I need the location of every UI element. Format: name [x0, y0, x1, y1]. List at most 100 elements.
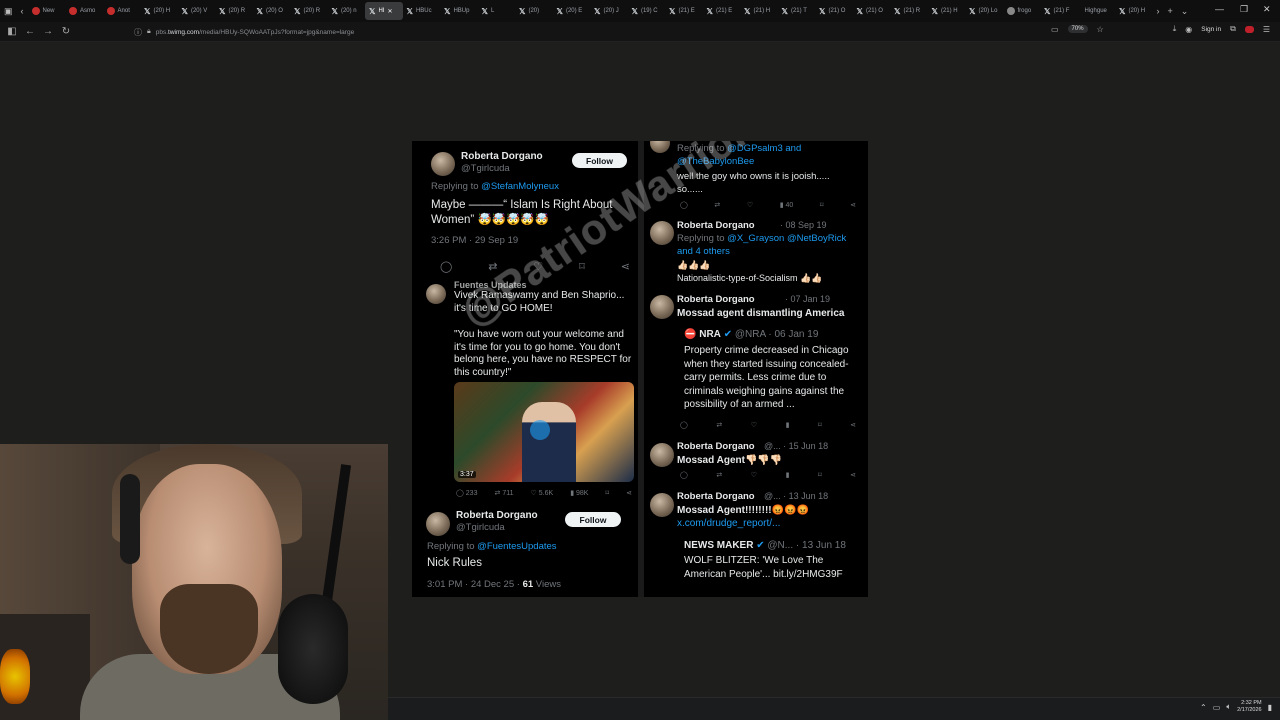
tab-label: Highgue	[1084, 8, 1107, 14]
x-logo-icon: 𝕏	[556, 6, 563, 16]
browser-tab[interactable]: 𝕏 (19) C	[628, 2, 666, 20]
tab-scroll-right-icon[interactable]: ›	[1153, 6, 1164, 16]
share-icon: ⋖	[850, 472, 856, 479]
close-tab-icon[interactable]: ✕	[387, 8, 392, 15]
system-tray: ⌃ ▭ 🔈︎ 2:32 PM 2/17/2026 ▮	[1200, 700, 1272, 714]
favicon-icon	[31, 7, 40, 15]
browser-tab[interactable]: 𝕏 (20) R	[290, 2, 328, 20]
browser-tab[interactable]: 𝕏 HBUp	[440, 2, 478, 20]
browser-tab[interactable]: 𝕏 (20) J	[590, 2, 628, 20]
back-icon[interactable]: ←	[21, 26, 39, 37]
bookmark-icon: ⌑	[817, 472, 822, 479]
play-icon	[530, 420, 550, 440]
x-logo-icon: 𝕏	[631, 6, 638, 16]
tab-scroll-left-icon[interactable]: ‹	[17, 6, 28, 16]
tab-label: (20) H	[153, 8, 171, 14]
follow-button: Follow	[572, 153, 627, 168]
new-tab-button[interactable]: +	[1164, 6, 1177, 16]
right-column: Replying to @DGPsalm3 and @TheBabylonBee…	[644, 141, 868, 597]
browser-tab[interactable]: 𝕏 (20) O	[253, 2, 291, 20]
quoted-tweet-text: WOLF BLITZER: 'We Love The American Peop…	[684, 555, 843, 580]
browser-tab[interactable]: 𝕏 (21) R	[890, 2, 928, 20]
tray-chevron-icon[interactable]: ⌃	[1200, 703, 1207, 712]
tab-label: (21) H	[753, 8, 771, 14]
lock-icon: 🔒︎	[147, 28, 151, 35]
quoted-tweet-header: ⛔ NRA ✔ @NRA · 06 Jan 19	[684, 329, 819, 340]
browser-tab[interactable]: Highgue	[1078, 2, 1116, 20]
browser-tab[interactable]: 𝕏 (20) Lo	[965, 2, 1003, 20]
clock[interactable]: 2:32 PM 2/17/2026	[1237, 700, 1261, 714]
tab-list-dropdown-icon[interactable]: ⌄	[1177, 6, 1193, 17]
tweet-actions: ◯ ⇄ ♡ ▮ 40 ⌑ ⋖	[680, 201, 856, 209]
tweet-timestamp: 3:01 PM · 24 Dec 25 · 61 Views	[427, 579, 561, 590]
x-logo-icon: 𝕏	[1119, 6, 1126, 16]
x-logo-icon: 𝕏	[931, 6, 938, 16]
network-icon[interactable]: ▭	[1213, 703, 1221, 712]
browser-tab[interactable]: 𝕏 (20) V	[178, 2, 216, 20]
bookmark-icon: ⌑	[817, 422, 822, 429]
minimize-icon[interactable]: —	[1215, 4, 1224, 14]
tab-label: (20) n	[340, 8, 357, 14]
browser-tab[interactable]: Anot	[103, 2, 141, 20]
browser-tab[interactable]: 𝕏 (20) E	[553, 2, 591, 20]
like-count: ♡ 5.6K	[530, 490, 554, 497]
avatar	[650, 295, 674, 319]
like-icon: ♡	[750, 472, 758, 479]
share-icon: ⋖	[850, 202, 856, 209]
x-logo-icon: 𝕏	[744, 6, 751, 16]
tweet-metrics: ◯ 233 ⇄ 711 ♡ 5.6K ▮ 98K ⌑ ⋖	[456, 489, 632, 497]
browser-tab[interactable]: 𝕏 (20) H	[1115, 2, 1153, 20]
tab-label: HBUp	[453, 8, 470, 14]
tab-search-icon[interactable]: ▣	[0, 6, 17, 17]
sidebar-toggle-icon[interactable]: ◧	[3, 26, 21, 37]
browser-tab[interactable]: 𝕏 (21) H	[928, 2, 966, 20]
browser-tab[interactable]: 𝕏 (21) O	[853, 2, 891, 20]
browser-tab[interactable]: 𝕏 (20)	[515, 2, 553, 20]
bookmark-icon: ⌑	[579, 261, 585, 273]
tab-label: (21) R	[903, 8, 921, 14]
browser-tab[interactable]: 𝕏 (21) O	[815, 2, 853, 20]
browser-tab[interactable]: 𝕏 (21) F	[1040, 2, 1078, 20]
browser-tab[interactable]: 𝕏 (20) n	[328, 2, 366, 20]
downloads-icon[interactable]: ⤓	[1173, 24, 1177, 34]
browser-tab[interactable]: frogo	[1003, 2, 1041, 20]
sign-in-button[interactable]: Sign in	[1201, 26, 1221, 33]
x-logo-icon: 𝕏	[594, 6, 601, 16]
zoom-level[interactable]: 70%	[1067, 25, 1088, 33]
avatar	[426, 284, 446, 304]
account-icon[interactable]: ◉	[1185, 25, 1192, 34]
x-logo-icon: 𝕏	[894, 6, 901, 16]
extensions-icon[interactable]: ⧉	[1230, 24, 1236, 34]
browser-tab[interactable]: 𝕏 (21) H	[740, 2, 778, 20]
tab-label: (21) F	[1053, 8, 1070, 14]
extension-badge-icon[interactable]	[1244, 25, 1254, 33]
browser-tab[interactable]: 𝕏 HI ✕	[365, 2, 403, 20]
address-bar[interactable]: ⓘ 🔒︎ pbs.twimg.com/media/HBUy-SQWoAATpJs…	[134, 25, 914, 39]
browser-tab[interactable]: 𝕏 HBUc	[403, 2, 441, 20]
browser-tab[interactable]: 𝕏 (20) H	[140, 2, 178, 20]
browser-tab[interactable]: 𝕏 (21) E	[703, 2, 741, 20]
browser-tab[interactable]: 𝕏L	[478, 2, 516, 20]
browser-tab[interactable]: New	[28, 2, 66, 20]
x-logo-icon: 𝕏	[406, 6, 413, 16]
tweet-text: Mossad agent dismantling America	[677, 308, 845, 319]
forward-icon[interactable]: →	[39, 26, 57, 37]
reader-mode-icon[interactable]: ▭	[1051, 25, 1059, 34]
volume-icon[interactable]: 🔈︎	[1226, 702, 1231, 712]
browser-tab[interactable]: 𝕏 (21) E	[665, 2, 703, 20]
close-window-icon[interactable]: ✕	[1263, 4, 1271, 15]
bookmark-star-icon[interactable]: ☆	[1097, 25, 1104, 34]
restore-icon[interactable]: ❐	[1240, 4, 1248, 15]
menu-icon[interactable]: ☰	[1263, 25, 1270, 34]
x-logo-icon: 𝕏	[294, 6, 301, 16]
reload-icon[interactable]: ↻	[57, 26, 75, 37]
url-text: pbs.twimg.com/media/HBUy-SQWoAATpJs?form…	[155, 28, 355, 36]
browser-tab[interactable]: 𝕏 (21) T	[778, 2, 816, 20]
notification-icon[interactable]: ▮	[1268, 703, 1272, 712]
browser-tab[interactable]: Asmo	[65, 2, 103, 20]
x-logo-icon: 𝕏	[144, 6, 151, 16]
tab-label: Anot	[117, 8, 130, 14]
video-duration: 3:37	[458, 471, 476, 478]
info-icon[interactable]: ⓘ	[134, 27, 142, 38]
browser-tab[interactable]: 𝕏 (20) R	[215, 2, 253, 20]
